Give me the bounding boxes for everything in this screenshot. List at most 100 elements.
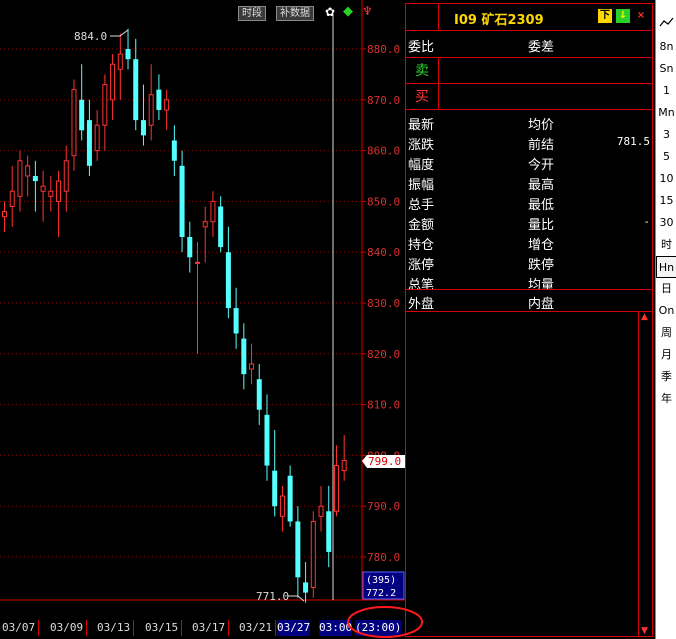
outer-label: 外盘 [408,297,435,312]
chart-canvas[interactable]: 880.0 870.0 860.0 850.0 840.0 830.0 820.0 810.0… [0,0,405,639]
low-label: 771.0 [256,590,289,603]
scroll-up-icon[interactable]: ▲ [641,312,648,322]
annotation-circle [347,606,423,638]
stat-label-left: 振幅 [408,178,435,193]
candle-body [341,459,347,472]
gear-icon[interactable]: ✿ [325,5,335,19]
trade-scrollbar[interactable]: ▲ ▼ [638,312,652,636]
quote-stat-row: 涨跌 前结 781.5 [406,132,652,153]
down-icon[interactable]: 下 [598,9,612,23]
period-3[interactable]: Mn [656,102,676,124]
x-tick-label: 03/27 [277,620,311,636]
annotation-ellipse [347,606,423,638]
candle-body [318,505,324,517]
stat-label-right: 量比 [528,218,555,233]
y-tick-label: 850.0 [367,195,400,208]
quote-title-row: I09 矿石2309 下 ↓ × [405,3,652,31]
period-10[interactable]: Hn [656,256,676,278]
stat-value: 781.5 [616,135,650,148]
candle-body [171,140,177,161]
quote-stat-row: 总手 最低 [406,192,652,213]
candle-body [25,165,31,177]
arrow-icon[interactable]: ↓ [616,9,630,23]
candle-body [71,89,77,157]
buy-label: 买 [406,84,439,110]
diamond-icon[interactable]: ◆ [343,4,353,19]
y-tick-label: 820.0 [367,348,400,361]
stat-label-right: 最高 [528,178,555,193]
settings-icon[interactable]: ♆ [362,4,373,18]
period-2[interactable]: 1 [656,80,676,102]
period-8[interactable]: 30 [656,212,676,234]
candle-body [164,99,170,111]
period-0[interactable]: 8n [656,36,676,58]
candle-body [133,59,139,121]
period-7[interactable]: 15 [656,190,676,212]
commission-row: 委比 委差 [406,31,652,57]
x-tick-label: 03/15 [145,620,183,636]
period-9[interactable]: 时 [656,234,676,256]
line-chart-icon[interactable] [659,16,674,28]
period-4[interactable]: 3 [656,124,676,146]
candle-body [256,379,262,410]
candlestick-chart[interactable]: 880.0 870.0 860.0 850.0 840.0 830.0 820.0 810.0… [0,0,405,639]
period-16[interactable]: 年 [656,388,676,410]
candle-body [326,511,332,552]
y-tick-label: 790.0 [367,500,400,513]
period-5[interactable]: 5 [656,146,676,168]
candle-body [225,252,231,309]
quote-stat-row: 幅度 今开 [406,152,652,173]
candle-body [295,521,301,578]
stat-label-right: 增仓 [528,238,555,253]
candle-body [249,363,255,370]
candle-body [32,176,38,182]
y-tick-label: 880.0 [367,43,400,56]
scroll-down-icon[interactable]: ▼ [641,626,648,636]
candle-body [140,120,146,136]
candle-body [9,190,15,207]
stat-label-left: 最新 [408,118,435,133]
x-tick-label: 03/17 [192,620,230,636]
high-leader [110,29,129,37]
period-11[interactable]: 日 [656,278,676,300]
quote-stat-row: 持仓 增仓 [406,232,652,253]
y-tick-label: 840.0 [367,246,400,259]
stat-label-left: 总手 [408,198,435,213]
candle-body [94,124,100,152]
candle-body [48,190,54,197]
candle-body [148,94,154,126]
close-icon[interactable]: × [634,9,648,23]
y-tick-label: 830.0 [367,297,400,310]
y-tick-label: 810.0 [367,399,400,412]
volume-tag: (395) [366,575,396,586]
sell-label: 卖 [406,58,439,84]
period-6[interactable]: 10 [656,168,676,190]
candle-body [272,470,278,507]
period-12[interactable]: On [656,300,676,322]
time-share-button[interactable]: 时段 [238,6,266,21]
candle-body [287,475,293,522]
ask-row: 卖 [406,58,652,84]
order-book: 卖 买 [406,57,652,110]
period-13[interactable]: 周 [656,322,676,344]
quote-stat-row: 振幅 最高 [406,172,652,193]
fill-data-button[interactable]: 补数据 [276,6,314,21]
candle-body [202,221,208,228]
candle-body [102,84,108,126]
candle-body [56,180,62,202]
stat-label-left: 持仓 [408,238,435,253]
period-15[interactable]: 季 [656,366,676,388]
commission-diff-label: 委差 [528,40,555,55]
candle-body [40,185,46,192]
period-1[interactable]: Sn [656,58,676,80]
panel-toggle[interactable] [405,3,439,31]
trade-list[interactable]: ▲ ▼ [406,311,652,636]
stat-label-right: 今开 [528,158,555,173]
period-14[interactable]: 月 [656,344,676,366]
candle-body [264,414,270,466]
inner-label: 内盘 [528,297,555,312]
candle-body [63,160,69,192]
x-tick-label: 03/09 [50,620,88,636]
crosshair-price: 772.2 [366,588,396,599]
candle-body [310,520,316,588]
